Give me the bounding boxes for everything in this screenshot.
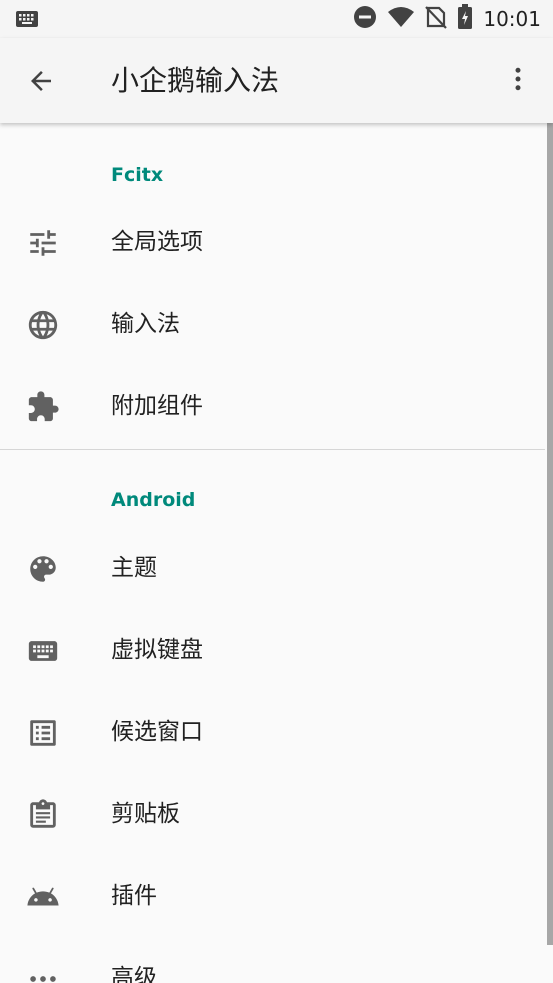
settings-item-label: 主题 (111, 555, 157, 581)
globe-icon (26, 308, 60, 342)
status-bar: 10:01 (0, 0, 553, 38)
settings-item-label: 高级 (111, 965, 157, 983)
more-vert-icon[interactable] (503, 64, 533, 94)
more-horiz-icon (26, 962, 60, 983)
app-bar: 小企鹅输入法 (0, 38, 553, 123)
clipboard-icon (26, 798, 60, 832)
android-icon (26, 880, 60, 914)
settings-list: Fcitx 全局选项 输入法 附加组件 Android 主题 虚拟键盘 候选窗口… (0, 123, 553, 983)
settings-item-virtual-keyboard[interactable]: 虚拟键盘 (0, 609, 545, 691)
settings-item-plugins[interactable]: 插件 (0, 855, 545, 937)
settings-item-label: 插件 (111, 883, 157, 909)
section-header-fcitx: Fcitx (111, 164, 164, 186)
section-divider (0, 449, 545, 450)
arrow-back-icon[interactable] (26, 66, 56, 96)
settings-item-candidate-window[interactable]: 候选窗口 (0, 691, 545, 773)
settings-item-addons[interactable]: 附加组件 (0, 365, 545, 447)
list-icon (26, 716, 60, 750)
settings-item-label: 虚拟键盘 (111, 637, 203, 663)
tune-icon (26, 226, 60, 260)
no-sim-icon (425, 5, 448, 33)
settings-item-label: 输入法 (111, 311, 180, 337)
extension-icon (26, 390, 60, 424)
scrollbar[interactable] (547, 123, 553, 945)
dnd-icon (353, 5, 377, 33)
status-time: 10:01 (483, 7, 541, 31)
settings-item-theme[interactable]: 主题 (0, 527, 545, 609)
palette-icon (26, 552, 60, 586)
keyboard-icon (16, 11, 38, 31)
settings-item-global-options[interactable]: 全局选项 (0, 201, 545, 283)
wifi-icon (387, 5, 415, 33)
settings-item-label: 剪贴板 (111, 801, 180, 827)
keyboard-icon (26, 634, 60, 668)
settings-item-input-method[interactable]: 输入法 (0, 283, 545, 365)
settings-item-label: 候选窗口 (111, 719, 203, 745)
section-header-android: Android (111, 489, 196, 511)
page-title: 小企鹅输入法 (111, 64, 280, 97)
settings-item-label: 附加组件 (111, 393, 203, 419)
battery-charging-icon (457, 4, 473, 34)
settings-item-clipboard[interactable]: 剪贴板 (0, 773, 545, 855)
settings-item-label: 全局选项 (111, 229, 203, 255)
settings-item-advanced[interactable]: 高级 (0, 937, 545, 983)
